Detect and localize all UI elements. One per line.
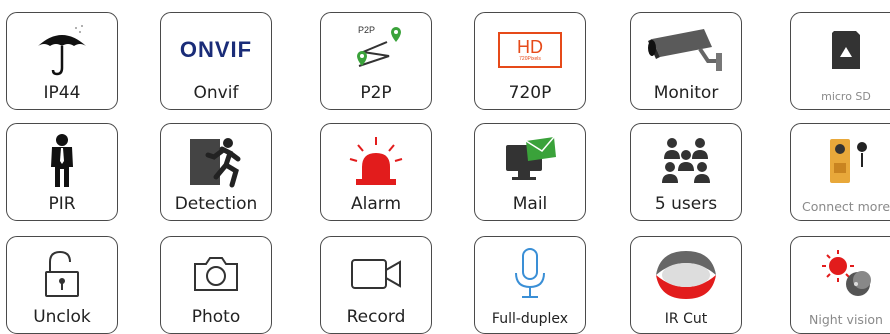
micro-sd-text: micro SD: [821, 90, 871, 103]
feature-tile-p2p: P2P P2P: [320, 12, 432, 110]
micro-sd-icon: [791, 21, 890, 79]
feature-tile-full-duplex: Full-duplex: [474, 236, 586, 334]
umbrella-icon: [7, 21, 117, 79]
feature-tile-micro-sd: micro SD: [790, 12, 890, 110]
tile-label: Photo: [191, 307, 241, 327]
feature-tile-alarm: Alarm: [320, 123, 432, 221]
feature-tile-detection: Detection: [160, 123, 272, 221]
onvif-logo-icon: ONVIF: [161, 21, 271, 79]
hd-text: HD: [517, 37, 543, 57]
feature-tile-monitor: Monitor: [630, 12, 742, 110]
tile-label: Alarm: [350, 194, 402, 214]
feature-tile-ip44: IP44: [6, 12, 118, 110]
video-camera-icon: [321, 245, 431, 303]
feature-tile-5-users: 5 users: [630, 123, 742, 221]
person-icon: [7, 132, 117, 190]
hd-subtext: 720Pixels: [519, 56, 541, 62]
tile-label: Night vision: [809, 312, 883, 327]
ir-cut-icon: [631, 245, 741, 303]
siren-icon: [321, 132, 431, 190]
security-camera-icon: [631, 21, 741, 79]
tile-label: Monitor: [653, 83, 719, 103]
feature-tile-mail: Mail: [474, 123, 586, 221]
tile-label: Unclok: [33, 307, 91, 327]
hd-icon: HD 720Pixels: [475, 21, 585, 79]
tile-label: Full-duplex: [491, 311, 569, 327]
feature-tile-unlock: Unclok: [6, 236, 118, 334]
tile-label: IP44: [43, 83, 81, 103]
unlock-icon: [7, 245, 117, 303]
tile-label: Detection: [174, 194, 258, 214]
tile-label: Mail: [512, 194, 548, 214]
tile-label: IR Cut: [664, 311, 708, 327]
tile-label: Onvif: [193, 83, 239, 103]
feature-tile-connect-more: Connect more: [790, 123, 890, 221]
mail-monitor-icon: [475, 132, 585, 190]
feature-tile-night-vision: Night vision: [790, 236, 890, 334]
onvif-logo-text: ONVIF: [179, 37, 253, 62]
feature-tile-pir: PIR: [6, 123, 118, 221]
feature-tile-onvif: ONVIF Onvif: [160, 12, 272, 110]
feature-tile-photo: Photo: [160, 236, 272, 334]
running-man-icon: [161, 132, 271, 190]
tile-label: PIR: [48, 194, 76, 214]
tile-label: 720P: [508, 83, 552, 103]
feature-tile-720p: HD 720Pixels 720P: [474, 12, 586, 110]
sun-moon-icon: [791, 245, 890, 303]
feature-tile-ir-cut: IR Cut: [630, 236, 742, 334]
tile-label: P2P: [360, 83, 392, 103]
p2p-icon-text: P2P: [358, 25, 376, 35]
sensors-icon: [791, 132, 890, 190]
camera-icon: [161, 245, 271, 303]
feature-tile-record: Record: [320, 236, 432, 334]
p2p-route-icon: P2P: [321, 21, 431, 79]
tile-label: 5 users: [654, 194, 718, 214]
microphone-icon: [475, 245, 585, 303]
tile-label: Record: [346, 307, 406, 327]
users-group-icon: [631, 132, 741, 190]
tile-label: Connect more: [801, 199, 890, 214]
